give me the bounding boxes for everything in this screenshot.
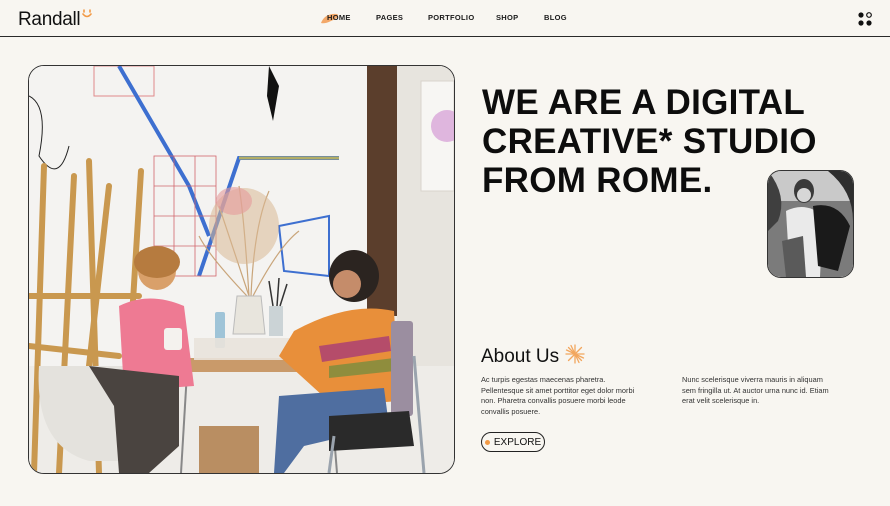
nav-home[interactable]: HOME — [327, 13, 351, 22]
smile-icon — [82, 9, 92, 18]
headline-line-2: CREATIVE* STUDIO — [482, 122, 817, 161]
nav-blog[interactable]: BLOG — [544, 13, 567, 22]
brand-logo[interactable]: Randall — [18, 9, 81, 31]
explore-button[interactable]: EXPLORE — [481, 432, 545, 452]
thumbnail-photo — [767, 170, 854, 278]
explore-label: EXPLORE — [493, 436, 542, 448]
grid-dots-icon[interactable] — [857, 11, 873, 27]
headline-line-1: WE ARE A DIGITAL — [482, 83, 806, 122]
hero-studio-photo — [28, 65, 455, 474]
explore-dot-icon — [484, 439, 490, 445]
nav-portfolio[interactable]: PORTFOLIO — [428, 13, 474, 22]
about-text-right: Nunc scelerisque viverra mauris in aliqu… — [682, 375, 829, 406]
site-header: Randall HOME PAGES PORTFOLIO SHOP BLOG — [0, 0, 890, 37]
nav-pages[interactable]: PAGES — [376, 13, 403, 22]
about-heading: About Us — [481, 346, 560, 367]
sparkle-icon — [565, 344, 585, 364]
nav-shop[interactable]: SHOP — [496, 13, 518, 22]
about-text-left: Ac turpis egestas maecenas pharetra. Pel… — [481, 375, 635, 416]
